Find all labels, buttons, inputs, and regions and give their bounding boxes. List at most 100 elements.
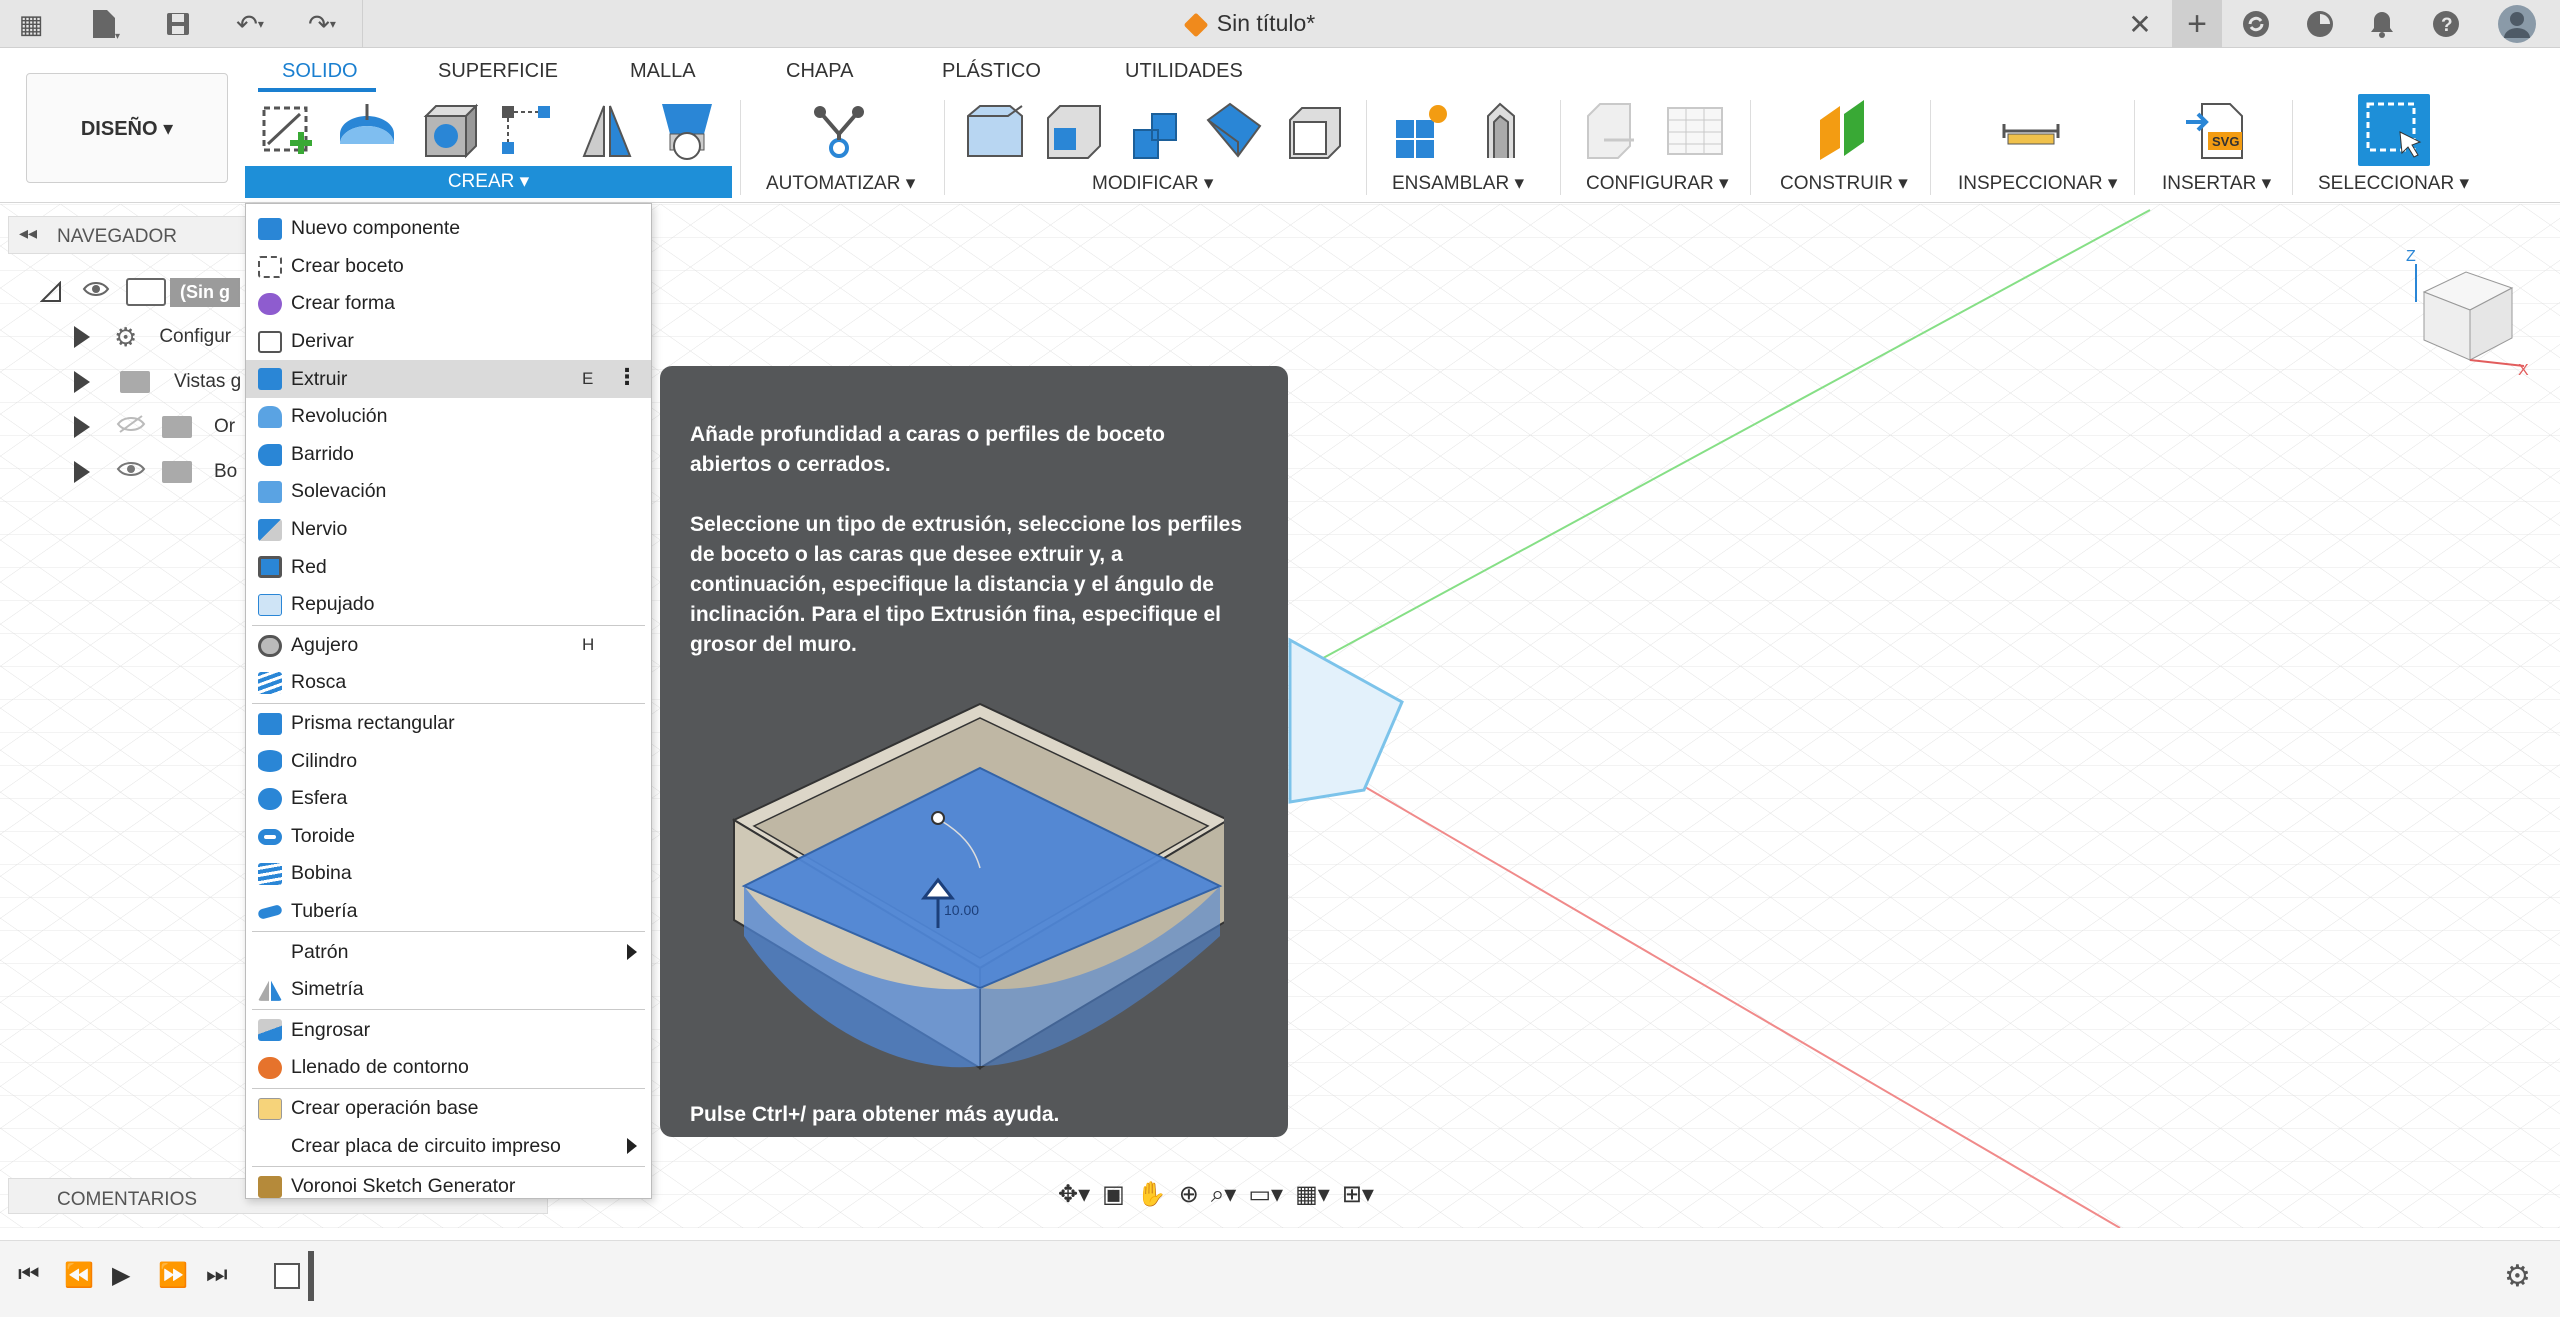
menu-item-nuevo-componente[interactable]: Nuevo componente <box>246 210 651 248</box>
chamfer-tool-icon[interactable] <box>1124 100 1186 162</box>
menu-item-repujado[interactable]: Repujado <box>246 586 651 624</box>
workspace-dropdown[interactable]: DISEÑO ▾ <box>26 73 228 183</box>
tree-row-bodies[interactable]: Bo <box>74 454 237 490</box>
configurar-group-label[interactable]: CONFIGURAR ▾ <box>1586 172 1729 195</box>
more-options-icon[interactable]: ⋮ <box>616 364 638 390</box>
visibility-eye-icon[interactable] <box>116 459 146 485</box>
construir-group-label[interactable]: CONSTRUIR ▾ <box>1780 172 1908 195</box>
menu-item-tuberia[interactable]: Tubería <box>246 893 651 931</box>
help-icon[interactable]: ? <box>2426 6 2466 42</box>
tab-chapa[interactable]: CHAPA <box>786 60 853 83</box>
timeline-marker[interactable] <box>308 1251 314 1301</box>
tab-malla[interactable]: MALLA <box>630 60 696 83</box>
pattern-tool-icon[interactable] <box>496 100 558 162</box>
menu-item-nervio[interactable]: Nervio <box>246 511 651 549</box>
menu-item-bobina[interactable]: Bobina <box>246 855 651 893</box>
pan-hand-icon[interactable]: ✋ <box>1137 1180 1167 1209</box>
menu-item-extruir[interactable]: Extruir E ⋮ <box>246 360 651 398</box>
menu-item-red[interactable]: Red <box>246 548 651 586</box>
expand-arrow-icon[interactable] <box>74 326 90 348</box>
expand-arrow-icon[interactable] <box>74 416 90 438</box>
zoom-icon[interactable]: ⊕ <box>1179 1180 1199 1209</box>
orbit-icon[interactable]: ✥▾ <box>1058 1180 1090 1209</box>
fit-icon[interactable]: ⌕▾ <box>1211 1180 1237 1209</box>
hole-tool-icon[interactable] <box>416 100 479 162</box>
press-pull-tool-icon[interactable] <box>964 100 1026 162</box>
menu-item-barrido[interactable]: Barrido <box>246 436 651 474</box>
tree-row-root[interactable]: (Sin g <box>40 274 250 310</box>
timeline-settings-gear-icon[interactable]: ⚙ <box>2504 1259 2531 1294</box>
modificar-group-label[interactable]: MODIFICAR ▾ <box>1092 172 1213 195</box>
timeline-sketch-feature-icon[interactable] <box>274 1263 300 1289</box>
menu-item-prisma-rectangular[interactable]: Prisma rectangular <box>246 705 651 743</box>
menu-item-cilindro[interactable]: Cilindro <box>246 742 651 780</box>
tab-superficie[interactable]: SUPERFICIE <box>438 60 558 83</box>
step-forward-icon[interactable]: ⏩ <box>158 1261 188 1290</box>
automate-tool-icon[interactable] <box>808 100 870 162</box>
menu-item-crear-forma[interactable]: Crear forma <box>246 285 651 323</box>
create-sketch-tool-icon[interactable] <box>256 100 318 162</box>
menu-item-agujero[interactable]: Agujero H <box>246 627 651 665</box>
sync-icon[interactable] <box>2236 6 2276 42</box>
job-status-icon[interactable] <box>2300 6 2340 42</box>
menu-item-crear-operacion-base[interactable]: Crear operación base <box>246 1090 651 1128</box>
tab-plastico[interactable]: PLÁSTICO <box>942 60 1041 83</box>
crear-group-button[interactable]: CREAR ▾ <box>245 166 732 198</box>
tab-solido[interactable]: SOLIDO <box>282 60 358 83</box>
insertar-group-label[interactable]: INSERTAR ▾ <box>2162 172 2271 195</box>
tree-row-views[interactable]: Vistas g <box>74 364 241 400</box>
ensamblar-group-label[interactable]: ENSAMBLAR ▾ <box>1392 172 1524 195</box>
tree-row-origin[interactable]: Or <box>74 409 235 445</box>
display-settings-icon[interactable]: ▭▾ <box>1248 1180 1283 1209</box>
root-expander-icon[interactable] <box>40 281 62 303</box>
insert-svg-tool-icon[interactable]: SVG <box>2184 100 2246 162</box>
tab-utilidades[interactable]: UTILIDADES <box>1125 60 1243 83</box>
new-tab-icon[interactable]: + <box>2172 0 2222 48</box>
menu-item-voronoi[interactable]: Voronoi Sketch Generator <box>246 1168 651 1206</box>
tree-row-config[interactable]: ⚙ Configur <box>74 319 231 355</box>
go-to-start-icon[interactable]: ⏮ <box>18 1261 40 1289</box>
seleccionar-group-label[interactable]: SELECCIONAR ▾ <box>2318 172 2469 195</box>
joint-tool-icon[interactable] <box>1472 100 1534 162</box>
mirror-tool-icon[interactable] <box>576 100 638 162</box>
hidden-eye-icon[interactable] <box>116 414 146 440</box>
visibility-eye-icon[interactable] <box>82 280 110 304</box>
collapse-browser-icon[interactable]: ◂◂ <box>19 223 37 244</box>
extrude-tool-icon[interactable] <box>336 100 398 162</box>
automatizar-group-label[interactable]: AUTOMATIZAR ▾ <box>766 172 915 195</box>
expand-arrow-icon[interactable] <box>74 461 90 483</box>
menu-item-crear-boceto[interactable]: Crear boceto <box>246 248 651 286</box>
menu-item-patron[interactable]: Patrón <box>246 933 651 971</box>
new-component-tool-icon[interactable] <box>1392 100 1454 162</box>
view-cube[interactable]: Z X <box>2394 242 2534 382</box>
select-tool-icon[interactable] <box>2358 94 2430 166</box>
grid-settings-icon[interactable]: ▦▾ <box>1295 1180 1330 1209</box>
inspeccionar-group-label[interactable]: INSPECCIONAR ▾ <box>1958 172 2117 195</box>
play-icon[interactable]: ▶ <box>112 1261 130 1290</box>
table-tool-icon[interactable] <box>1664 100 1726 162</box>
menu-item-rosca[interactable]: Rosca <box>246 664 651 702</box>
step-back-icon[interactable]: ⏪ <box>64 1261 94 1290</box>
shell-tool-icon[interactable] <box>1204 100 1266 162</box>
menu-item-engrosar[interactable]: Engrosar <box>246 1011 651 1049</box>
look-at-icon[interactable]: ▣ <box>1102 1180 1125 1209</box>
fillet-tool-icon[interactable] <box>1044 100 1106 162</box>
menu-item-llenado-contorno[interactable]: Llenado de contorno <box>246 1049 651 1087</box>
menu-item-simetria[interactable]: Simetría <box>246 971 651 1009</box>
menu-item-toroide[interactable]: Toroide <box>246 818 651 856</box>
menu-item-revolucion[interactable]: Revolución <box>246 398 651 436</box>
menu-item-solevacion[interactable]: Solevación <box>246 473 651 511</box>
expand-arrow-icon[interactable] <box>74 371 90 393</box>
measure-tool-icon[interactable] <box>2000 100 2062 162</box>
close-tab-icon[interactable]: ✕ <box>2120 6 2160 42</box>
menu-item-derivar[interactable]: Derivar <box>246 323 651 361</box>
viewports-icon[interactable]: ⊞▾ <box>1342 1180 1374 1209</box>
scale-tool-icon[interactable] <box>1284 100 1346 162</box>
offset-plane-tool-icon[interactable] <box>1812 100 1874 162</box>
parameters-tool-icon[interactable] <box>1584 100 1646 162</box>
notifications-icon[interactable] <box>2362 6 2402 42</box>
menu-item-esfera[interactable]: Esfera <box>246 780 651 818</box>
user-avatar[interactable] <box>2494 5 2540 43</box>
form-tool-icon[interactable] <box>656 100 718 162</box>
go-to-end-icon[interactable]: ⏭ <box>206 1261 228 1289</box>
